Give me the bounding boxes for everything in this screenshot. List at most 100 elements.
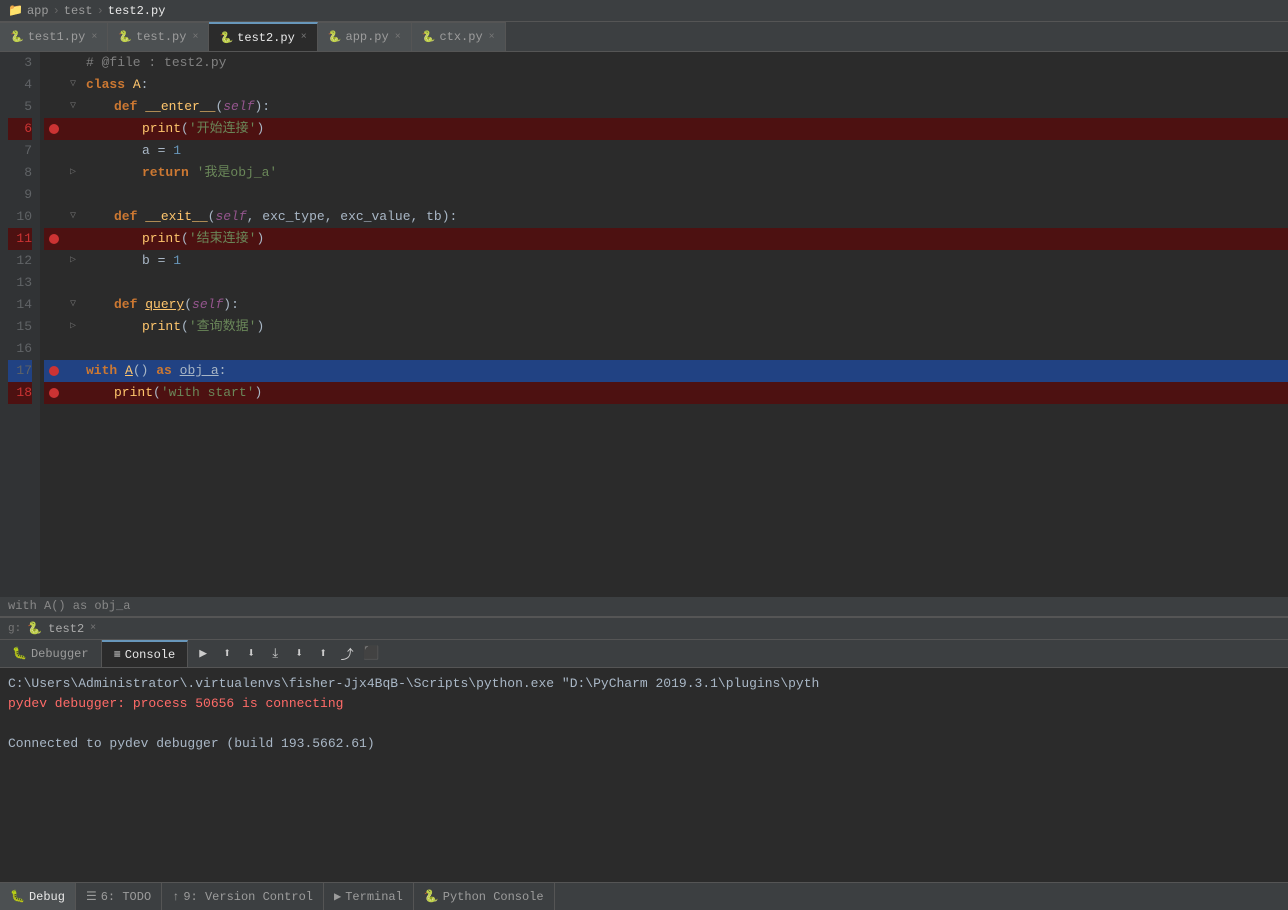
- python-console-label: Python Console: [443, 890, 544, 904]
- vc-label: 9: Version Control: [183, 890, 313, 904]
- tab-close-test[interactable]: ×: [192, 32, 198, 43]
- debug-btn-step-into[interactable]: ⤓: [264, 643, 286, 665]
- code-text-15: print('查询数据'): [82, 316, 1288, 338]
- tab-close-app[interactable]: ×: [395, 32, 401, 43]
- code-text-14: def query(self):: [82, 294, 1288, 316]
- debug-btn-step-out[interactable]: ⬇: [288, 643, 310, 665]
- debug-toolbar: ▶ ⬆ ⬇ ⤓ ⬇ ⬆ ⤴ ⬛: [188, 643, 1288, 665]
- debug-btn-eval[interactable]: ⤴: [336, 643, 358, 665]
- code-hint-bar: with A() as obj_a: [0, 597, 1288, 617]
- breadcrumb-file[interactable]: test2.py: [108, 4, 166, 18]
- tab-label-test1: test1.py: [28, 30, 86, 44]
- tab-icon-test2: 🐍: [219, 31, 233, 45]
- code-text-17: with A() as obj_a:: [82, 360, 1288, 382]
- debug-btn-frames[interactable]: ⬛: [360, 643, 382, 665]
- debug-btn-resume[interactable]: ▶: [192, 643, 214, 665]
- code-line-12: ▷ b = 1: [44, 250, 1288, 272]
- tab-test[interactable]: 🐍 test.py ×: [108, 22, 209, 51]
- tab-close-test1[interactable]: ×: [91, 32, 97, 43]
- fold-4[interactable]: ▽: [64, 74, 82, 96]
- terminal-label: Terminal: [345, 890, 403, 904]
- debug-name-bar: g: 🐍 test2 ×: [0, 618, 1288, 640]
- bp-gutter-18[interactable]: [44, 388, 64, 398]
- breadcrumb-sep1: ›: [53, 4, 60, 18]
- code-text-5: def __enter__(self):: [82, 96, 1288, 118]
- code-text-12: b = 1: [82, 250, 1288, 272]
- code-text-8: return '我是obj_a': [82, 162, 1288, 184]
- debug-tab-close[interactable]: ×: [90, 623, 96, 634]
- code-text-7: a = 1: [82, 140, 1288, 162]
- debug-bottom-icon: 🐛: [10, 889, 25, 904]
- fold-15[interactable]: ▷: [64, 316, 82, 338]
- debug-tab-debugger[interactable]: 🐛 Debugger: [0, 640, 102, 667]
- debug-name-icon: 🐍: [27, 621, 42, 636]
- todo-label: 6: TODO: [101, 890, 151, 904]
- line-numbers: 3 4 5 6 7 8 9 10 11 12 13 14 15 16 17 18: [0, 52, 40, 597]
- bottom-python-console[interactable]: 🐍 Python Console: [414, 883, 555, 910]
- editor-tabs: 🐍 test1.py × 🐍 test.py × 🐍 test2.py × 🐍 …: [0, 22, 1288, 52]
- code-line-8: ▷ return '我是obj_a': [44, 162, 1288, 184]
- code-text-3: # @file : test2.py: [82, 52, 1288, 74]
- code-text-18: print('with start'): [82, 382, 1288, 404]
- tab-label-test2: test2.py: [237, 31, 295, 45]
- bottom-todo[interactable]: ☰ 6: TODO: [76, 883, 162, 910]
- bottom-debug[interactable]: 🐛 Debug: [0, 883, 76, 910]
- tab-icon-test: 🐍: [118, 30, 132, 44]
- debug-tabs-bar: 🐛 Debugger ≡ Console ▶ ⬆ ⬇ ⤓ ⬇ ⬆ ⤴ ⬛: [0, 640, 1288, 668]
- console-output[interactable]: C:\Users\Administrator\.virtualenvs\fish…: [0, 668, 1288, 882]
- code-text-4: class A:: [82, 74, 1288, 96]
- tab-test2[interactable]: 🐍 test2.py ×: [209, 22, 317, 51]
- tab-ctx[interactable]: 🐍 ctx.py ×: [412, 22, 506, 51]
- tab-app[interactable]: 🐍 app.py ×: [318, 22, 412, 51]
- debug-tab-console[interactable]: ≡ Console: [102, 640, 189, 667]
- bp-gutter-11[interactable]: [44, 234, 64, 244]
- code-line-5: ▽ def __enter__(self):: [44, 96, 1288, 118]
- tab-icon-test1: 🐍: [10, 30, 24, 44]
- console-line-4: Connected to pydev debugger (build 193.5…: [8, 734, 1280, 754]
- code-text-9: [82, 184, 1288, 206]
- console-line-2: pydev debugger: process 50656 is connect…: [8, 694, 1280, 714]
- code-line-6: print('开始连接'): [44, 118, 1288, 140]
- breadcrumb-app[interactable]: app: [27, 4, 49, 18]
- breakpoint-dot-17: [49, 366, 59, 376]
- tab-icon-ctx: 🐍: [422, 30, 436, 44]
- tab-label-ctx: ctx.py: [439, 30, 482, 44]
- code-hint-text: with A() as obj_a: [8, 599, 130, 613]
- code-line-14: ▽ def query(self):: [44, 294, 1288, 316]
- breakpoint-dot-6: [49, 124, 59, 134]
- breadcrumb-icon: 📁: [8, 3, 23, 18]
- code-line-3: # @file : test2.py: [44, 52, 1288, 74]
- code-editor[interactable]: # @file : test2.py ▽ class A: ▽ def __en…: [40, 52, 1288, 597]
- fold-5[interactable]: ▽: [64, 96, 82, 118]
- breadcrumb: 📁 app › test › test2.py: [0, 0, 1288, 22]
- debug-btn-step-over[interactable]: ⬇: [240, 643, 262, 665]
- tab-label-test: test.py: [136, 30, 186, 44]
- console-line-1: C:\Users\Administrator\.virtualenvs\fish…: [8, 674, 1280, 694]
- console-icon: ≡: [114, 648, 121, 662]
- tab-close-ctx[interactable]: ×: [489, 32, 495, 43]
- debug-btn-up[interactable]: ⬆: [216, 643, 238, 665]
- code-line-11: print('结束连接'): [44, 228, 1288, 250]
- bottom-version-control[interactable]: ↑ 9: Version Control: [162, 883, 324, 910]
- fold-12[interactable]: ▷: [64, 250, 82, 272]
- code-line-7: a = 1: [44, 140, 1288, 162]
- code-line-18: print('with start'): [44, 382, 1288, 404]
- code-line-10: ▽ def __exit__(self, exc_type, exc_value…: [44, 206, 1288, 228]
- bottom-terminal[interactable]: ▶ Terminal: [324, 883, 414, 910]
- tab-test1[interactable]: 🐍 test1.py ×: [0, 22, 108, 51]
- debug-btn-run-to[interactable]: ⬆: [312, 643, 334, 665]
- fold-8[interactable]: ▷: [64, 162, 82, 184]
- breadcrumb-test[interactable]: test: [64, 4, 93, 18]
- fold-14[interactable]: ▽: [64, 294, 82, 316]
- bp-gutter-17[interactable]: [44, 366, 64, 376]
- code-line-13: [44, 272, 1288, 294]
- fold-10[interactable]: ▽: [64, 206, 82, 228]
- tab-label-app: app.py: [346, 30, 389, 44]
- bottom-bar: 🐛 Debug ☰ 6: TODO ↑ 9: Version Control ▶…: [0, 882, 1288, 910]
- code-container: 3 4 5 6 7 8 9 10 11 12 13 14 15 16 17 18…: [0, 52, 1288, 597]
- tab-close-test2[interactable]: ×: [301, 32, 307, 43]
- debugger-panel: g: 🐍 test2 × 🐛 Debugger ≡ Console ▶ ⬆ ⬇ …: [0, 617, 1288, 882]
- bp-gutter-6[interactable]: [44, 124, 64, 134]
- breakpoint-dot-11: [49, 234, 59, 244]
- debug-tab-name[interactable]: test2: [48, 622, 84, 636]
